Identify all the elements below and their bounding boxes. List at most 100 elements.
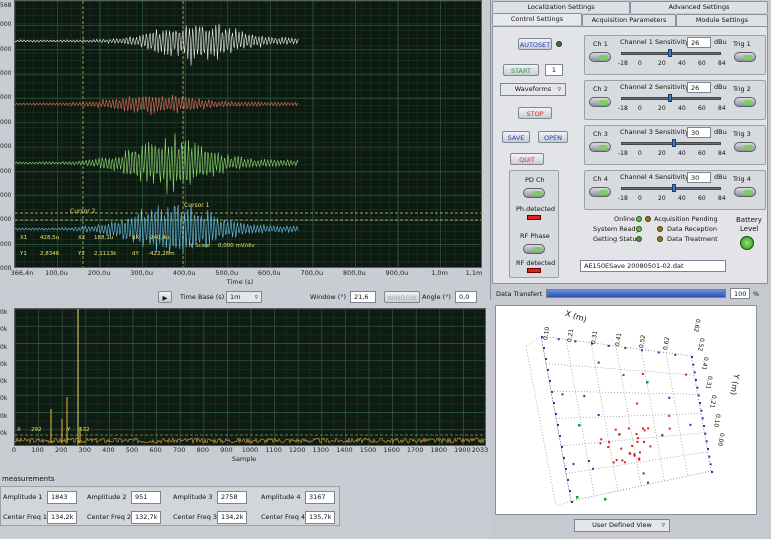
stop-button[interactable]: STOP	[518, 107, 552, 119]
sensitivity-value[interactable]: 30	[687, 172, 711, 183]
chevron-down-icon: ▿	[254, 293, 258, 301]
waveform-graph[interactable]	[14, 0, 482, 268]
yscale-label: Y Scale	[190, 243, 210, 249]
spectrum-x-tick: 400	[102, 446, 115, 454]
dx-value: -240,4u	[148, 235, 170, 241]
spectrum-x-tick: 1300	[312, 446, 330, 454]
tab-module-settings[interactable]: Module Settings	[676, 14, 768, 26]
measurements-title: measurements	[2, 475, 55, 483]
spectrum-x-tick: 1000	[241, 446, 259, 454]
slider-scale-label: 0	[638, 105, 642, 112]
cursor-2-label[interactable]: Cursor 2	[70, 208, 95, 215]
play-button[interactable]: ▶	[158, 291, 172, 303]
sensitivity-label: Channel 3 Sensitivity	[620, 128, 689, 136]
acq-pending-label: Acquisition Pending	[654, 215, 718, 223]
trig-toggle[interactable]	[734, 97, 756, 107]
data-transfer-unit: %	[753, 290, 760, 298]
acq-pending-led	[645, 216, 651, 222]
timebase-label: Time Base (s)	[180, 293, 225, 301]
tab-advanced-settings[interactable]: Advanced Settings	[630, 1, 768, 13]
pd-ch-label: PD Ch	[525, 176, 545, 184]
autoset-button[interactable]: AUTOSET	[518, 38, 552, 50]
spectrum-y-tick: 0k	[0, 395, 8, 403]
trig-toggle[interactable]	[734, 142, 756, 152]
waveforms-select[interactable]: Waveforms ▿	[500, 83, 566, 96]
trig-toggle[interactable]	[734, 52, 756, 62]
freq-2-label: Center Freq 2	[87, 513, 132, 521]
waveform-y-tick: 000	[0, 143, 12, 151]
localization-3d-plot[interactable]	[495, 305, 757, 515]
tab-acquisition-parameters[interactable]: Acquisition Parameters	[582, 14, 676, 26]
sensitivity-value[interactable]: 26	[687, 82, 711, 93]
measurements-box: Amplitude 1 1843 Amplitude 2 951 Amplitu…	[0, 486, 340, 526]
rf-detected-indicator	[527, 268, 541, 273]
spectrum-graph[interactable]	[14, 308, 486, 446]
spectrum-x-tick: 1600	[383, 446, 400, 454]
start-button[interactable]: START	[503, 64, 539, 76]
slider-scale-label: 20	[658, 105, 666, 112]
data-reception-led	[657, 226, 663, 232]
sensitivity-slider-thumb[interactable]	[668, 94, 673, 102]
view-select[interactable]: User Defined View ▿	[574, 519, 670, 532]
spectrum-cursor-readout: X 292 Y 532	[17, 427, 157, 435]
spectrum-y-tick: 0k	[0, 378, 8, 385]
tab-localization-settings[interactable]: Localization Settings	[492, 1, 630, 13]
dy-label: dY	[132, 251, 139, 257]
spectrum-x-tick: 0	[11, 446, 17, 454]
cursor-1-label[interactable]: Cursor 1	[184, 202, 209, 209]
data-transfer-fill	[547, 290, 725, 297]
x1-label: X1	[20, 235, 28, 241]
channel-label: Ch 2	[593, 85, 608, 93]
freq-4-value: 135,7k	[305, 511, 335, 524]
sensitivity-slider-thumb[interactable]	[668, 49, 673, 57]
channel-toggle[interactable]	[589, 187, 611, 197]
file-path-field[interactable]: AE150ESave 20080501-02.dat	[580, 260, 726, 272]
slider-scale-label: 60	[698, 195, 706, 202]
slider-scale-label: -18	[618, 60, 628, 67]
online-led	[636, 216, 642, 222]
spectrum-x-tick: 700	[172, 446, 186, 454]
window-button[interactable]: WINDOW	[384, 291, 420, 303]
spec-y-label: Y	[67, 427, 71, 433]
slider-scale-label: 40	[678, 60, 686, 67]
angle-field[interactable]: 0,0	[455, 291, 477, 303]
save-button[interactable]: SAVE	[502, 131, 530, 143]
sensitivity-value[interactable]: 30	[687, 127, 711, 138]
open-button[interactable]: OPEN	[538, 131, 568, 143]
waveforms-value: Waveforms	[514, 85, 552, 93]
window-field[interactable]: 21,6	[350, 291, 376, 303]
dy-value: -422,26m	[148, 251, 175, 257]
freq-3-value: 134,2k	[217, 511, 247, 524]
timebase-select[interactable]: 1m ▿	[226, 291, 262, 303]
trig-toggle[interactable]	[734, 187, 756, 197]
amplitude-4-label: Amplitude 4	[261, 493, 301, 501]
waveform-y-tick: 000	[0, 167, 12, 175]
quit-button[interactable]: QUIT	[510, 153, 544, 165]
amplitude-2-label: Amplitude 2	[87, 493, 127, 501]
sensitivity-slider-thumb[interactable]	[671, 184, 676, 192]
data-treatment-led	[657, 236, 663, 242]
rf-phase-label: RF Phase	[520, 232, 550, 240]
trig-label: Trig 1	[733, 40, 751, 48]
freq-3-label: Center Freq 3	[173, 513, 218, 521]
waveform-x-tick: 800,0u	[342, 269, 366, 277]
tab-control-settings[interactable]: Control Settings	[492, 13, 582, 25]
amplitude-4-value: 3167	[305, 491, 335, 504]
sensitivity-slider-thumb[interactable]	[671, 139, 676, 147]
sensitivity-value[interactable]: 26	[687, 37, 711, 48]
spectrum-x-title: Sample	[231, 455, 257, 463]
channel-toggle[interactable]	[589, 97, 611, 107]
channel-toggle[interactable]	[589, 142, 611, 152]
waveform-y-axis: 568 000 000 000 000 000 000 000 000 000 000 000	[0, 0, 14, 272]
spec-y-value: 532	[79, 427, 90, 433]
channel-toggle[interactable]	[589, 52, 611, 62]
waveform-x-tick: 1,1m	[465, 269, 483, 277]
pd-ch-toggle[interactable]	[523, 188, 545, 198]
slider-scale-label: -18	[618, 105, 628, 112]
rf-phase-toggle[interactable]	[523, 244, 545, 254]
data-transfer-label: Data Transfert	[496, 290, 543, 298]
start-count-field[interactable]: 1	[545, 64, 563, 76]
slider-scale-label: 40	[678, 195, 686, 202]
slider-scale-label: 0	[638, 150, 642, 157]
sensitivity-label: Channel 1 Sensitivity	[620, 38, 689, 46]
